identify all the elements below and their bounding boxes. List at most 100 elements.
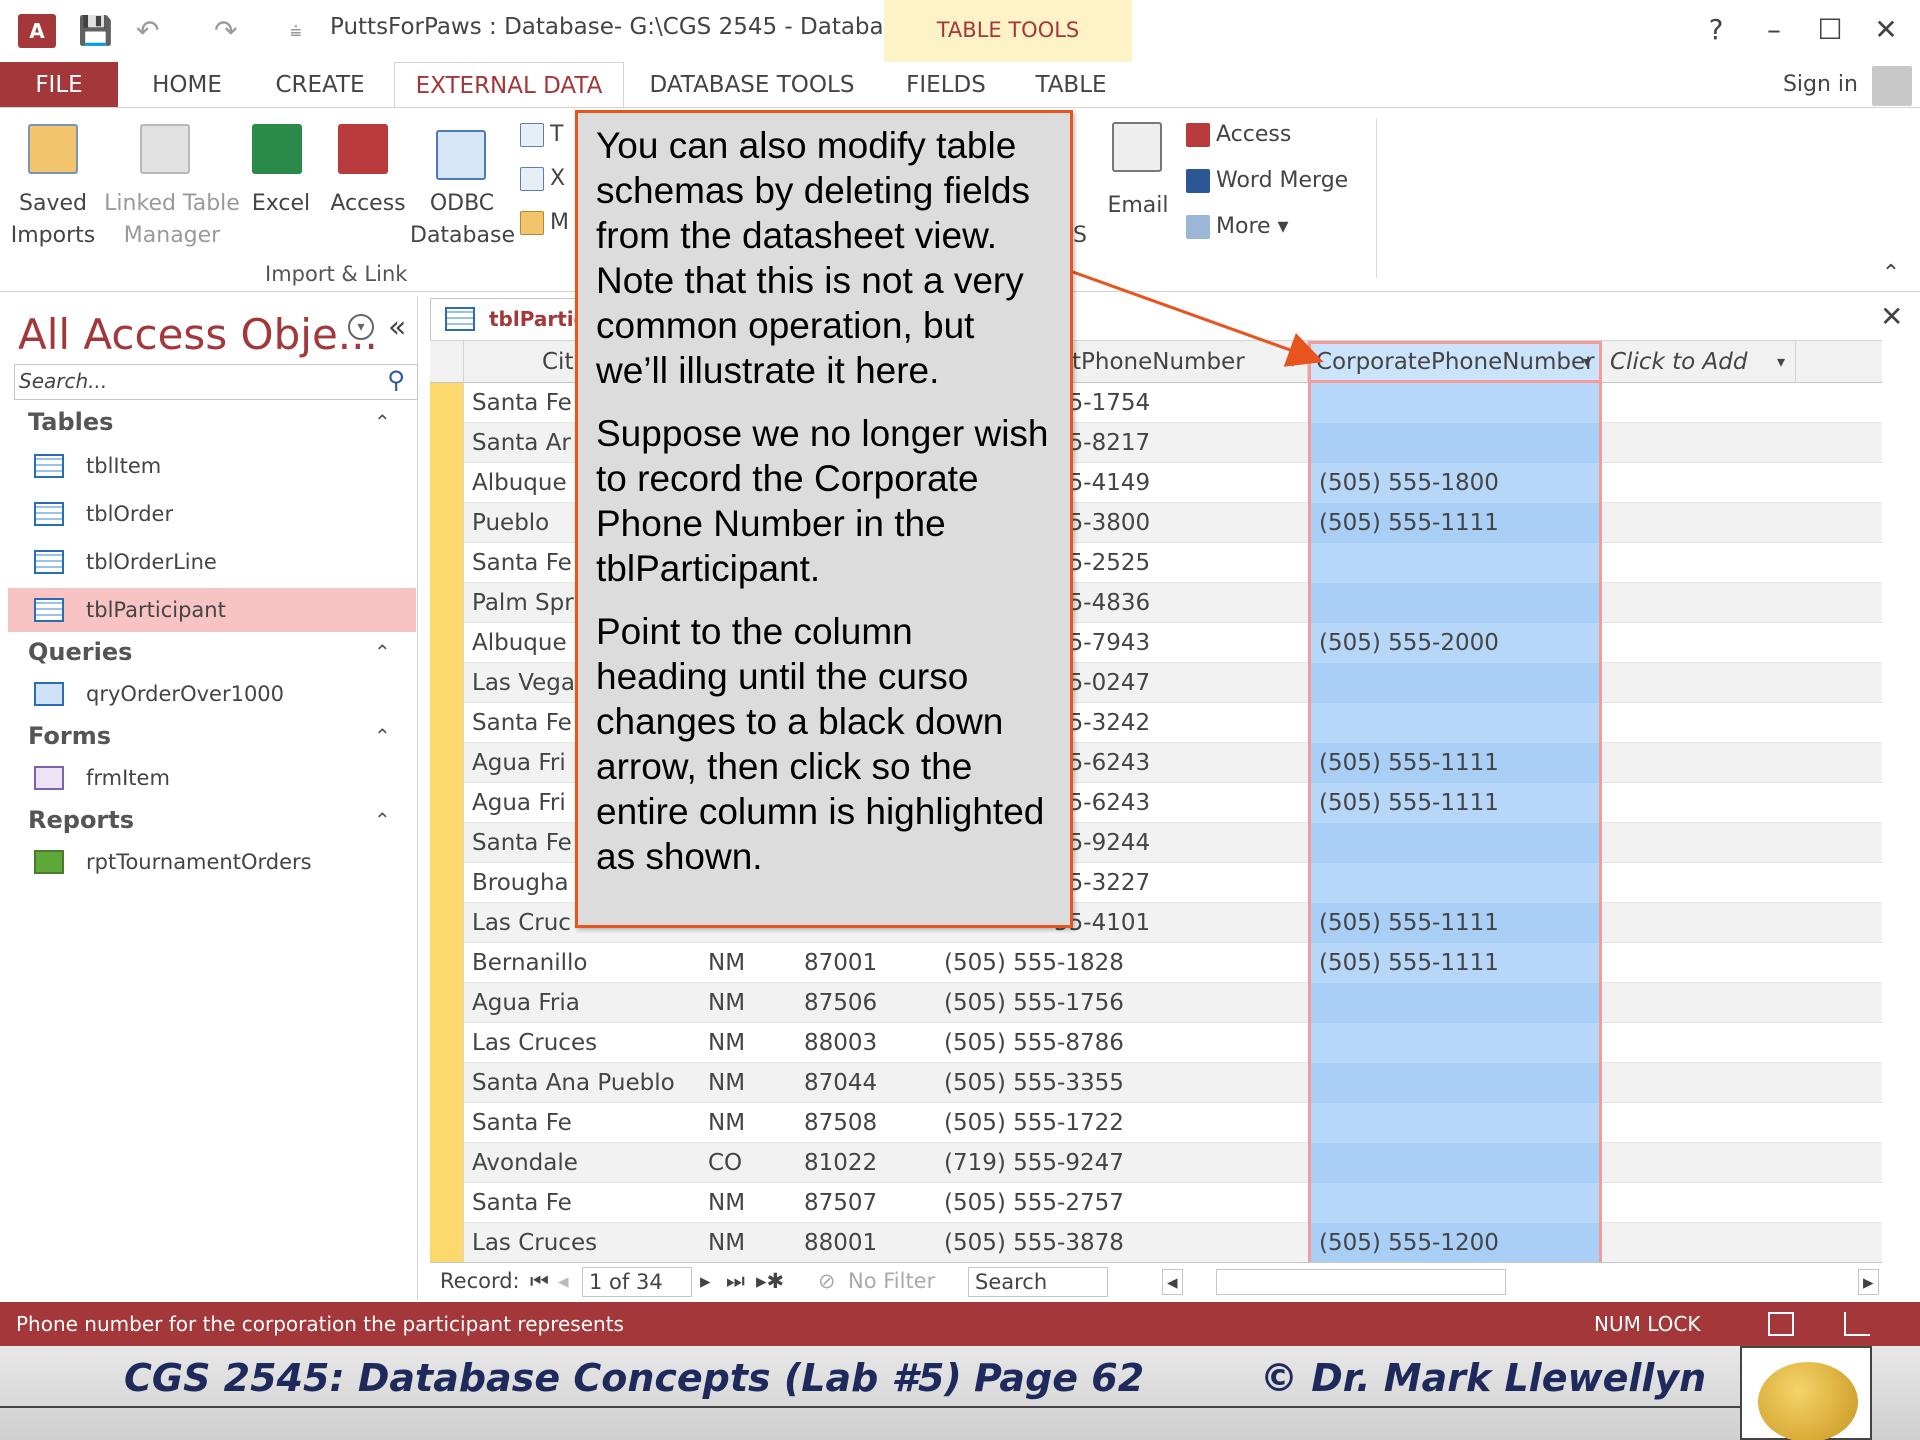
cell-zip[interactable]: 87506 xyxy=(796,983,924,1023)
help-button[interactable]: ? xyxy=(1696,10,1736,50)
table-row[interactable]: Las Cruces NM 88001 (505) 555-3878 (505) 555… xyxy=(430,1223,1882,1262)
nav-section-forms[interactable]: Forms xyxy=(28,722,111,750)
record-selector[interactable] xyxy=(430,823,464,863)
cell-corporate-phone[interactable] xyxy=(1308,703,1602,743)
scroll-right-icon[interactable]: ▸ xyxy=(1858,1269,1879,1295)
cell-click-to-add[interactable] xyxy=(1602,1183,1796,1223)
cell-state[interactable]: NM xyxy=(700,1063,796,1103)
cell-corporate-phone[interactable]: (505) 555-1800 xyxy=(1308,463,1602,503)
tab-file[interactable]: FILE xyxy=(0,62,118,108)
record-selector[interactable] xyxy=(430,543,464,583)
close-document-icon[interactable]: ✕ xyxy=(1880,300,1903,333)
nav-section-reports[interactable]: Reports xyxy=(28,806,134,834)
record-selector[interactable] xyxy=(430,383,464,423)
record-selector[interactable] xyxy=(430,503,464,543)
cell-contact-phone[interactable]: (505) 555-3878 xyxy=(924,1223,1308,1262)
nav-item-qryorderover1000[interactable]: qryOrderOver1000 xyxy=(8,672,416,716)
tab-database-tools[interactable]: DATABASE TOOLS xyxy=(642,62,862,108)
cell-zip[interactable]: 88003 xyxy=(796,1023,924,1063)
record-selector[interactable] xyxy=(430,863,464,903)
record-selector[interactable] xyxy=(430,663,464,703)
cell-state[interactable]: CO xyxy=(700,1143,796,1183)
table-row[interactable]: Santa Fe NM 87508 (505) 555-1722 xyxy=(430,1103,1882,1143)
nav-collapse-icon[interactable]: « xyxy=(388,310,406,345)
cell-corporate-phone[interactable] xyxy=(1308,1183,1602,1223)
cell-city[interactable]: Santa Fe xyxy=(464,1183,700,1223)
cell-corporate-phone[interactable]: (505) 555-1111 xyxy=(1308,943,1602,983)
table-row[interactable]: Las Cruces NM 88003 (505) 555-8786 xyxy=(430,1023,1882,1063)
cell-corporate-phone[interactable] xyxy=(1308,1063,1602,1103)
cell-contact-phone[interactable]: (505) 555-1756 xyxy=(924,983,1308,1023)
horizontal-scrollbar[interactable] xyxy=(1216,1269,1506,1295)
cell-click-to-add[interactable] xyxy=(1602,423,1796,463)
search-icon[interactable]: ⚲ xyxy=(380,366,412,398)
cell-click-to-add[interactable] xyxy=(1602,903,1796,943)
cell-state[interactable]: NM xyxy=(700,983,796,1023)
cell-corporate-phone[interactable]: (505) 555-1111 xyxy=(1308,743,1602,783)
no-filter-indicator[interactable]: No Filter xyxy=(848,1269,935,1293)
cell-contact-phone[interactable]: (505) 555-1828 xyxy=(924,943,1308,983)
tab-fields[interactable]: FIELDS xyxy=(894,62,998,108)
cell-city[interactable]: Las Cruces xyxy=(464,1023,700,1063)
dropdown-arrow-icon[interactable]: ▾ xyxy=(1583,341,1591,383)
record-search-input[interactable]: Search xyxy=(968,1267,1108,1297)
record-selector[interactable] xyxy=(430,1183,464,1223)
current-record-field[interactable]: 1 of 34 xyxy=(582,1267,692,1297)
cell-click-to-add[interactable] xyxy=(1602,1023,1796,1063)
dropdown-arrow-icon[interactable]: ▾ xyxy=(1289,341,1297,383)
xml-import-button[interactable]: X xyxy=(520,166,565,191)
datasheet-view-icon[interactable] xyxy=(1768,1312,1794,1336)
cell-corporate-phone[interactable] xyxy=(1308,1023,1602,1063)
dropdown-arrow-icon[interactable]: ▾ xyxy=(1777,341,1785,383)
linked-table-manager-button[interactable]: Linked Table Manager xyxy=(102,188,242,252)
record-selector[interactable] xyxy=(430,983,464,1023)
saved-imports-button[interactable]: Saved Imports xyxy=(10,188,96,252)
cell-zip[interactable]: 87001 xyxy=(796,943,924,983)
cell-corporate-phone[interactable]: (505) 555-1111 xyxy=(1308,903,1602,943)
cell-city[interactable]: Avondale xyxy=(464,1143,700,1183)
cell-city[interactable]: Santa Ana Pueblo xyxy=(464,1063,700,1103)
cell-corporate-phone[interactable] xyxy=(1308,863,1602,903)
cell-zip[interactable]: 87044 xyxy=(796,1063,924,1103)
cell-corporate-phone[interactable] xyxy=(1308,823,1602,863)
tab-external-data[interactable]: EXTERNAL DATA xyxy=(394,62,624,109)
cell-corporate-phone[interactable] xyxy=(1308,1103,1602,1143)
more-import-button[interactable]: M xyxy=(520,210,569,235)
cell-contact-phone[interactable]: (505) 555-3355 xyxy=(924,1063,1308,1103)
scroll-left-icon[interactable]: ◂ xyxy=(1162,1269,1183,1295)
record-selector[interactable] xyxy=(430,703,464,743)
save-icon[interactable]: 💾 xyxy=(78,12,113,50)
cell-corporate-phone[interactable] xyxy=(1308,1143,1602,1183)
record-selector[interactable] xyxy=(430,423,464,463)
cell-city[interactable]: Las Cruces xyxy=(464,1223,700,1262)
cell-click-to-add[interactable] xyxy=(1602,463,1796,503)
cell-contact-phone[interactable]: (505) 555-2757 xyxy=(924,1183,1308,1223)
nav-item-tblorderline[interactable]: tblOrderLine xyxy=(8,540,416,584)
cell-click-to-add[interactable] xyxy=(1602,583,1796,623)
access-app-icon[interactable]: A xyxy=(18,14,56,48)
collapse-ribbon-icon[interactable]: ⌃ xyxy=(1876,258,1906,290)
cell-contact-phone[interactable]: (505) 555-1722 xyxy=(924,1103,1308,1143)
cell-click-to-add[interactable] xyxy=(1602,383,1796,423)
cell-click-to-add[interactable] xyxy=(1602,1103,1796,1143)
access-import-button[interactable]: Access xyxy=(326,188,410,220)
cell-corporate-phone[interactable]: (505) 555-1111 xyxy=(1308,783,1602,823)
customize-toolbar-icon[interactable]: ⩧ xyxy=(290,12,302,50)
text-file-import-button[interactable]: T xyxy=(520,122,563,147)
cell-corporate-phone[interactable] xyxy=(1308,383,1602,423)
table-row[interactable]: Avondale CO 81022 (719) 555-9247 xyxy=(430,1143,1882,1183)
record-selector[interactable] xyxy=(430,743,464,783)
cell-click-to-add[interactable] xyxy=(1602,1143,1796,1183)
undo-icon[interactable]: ↶ xyxy=(136,12,159,50)
nav-menu-dropdown-icon[interactable]: ▾ xyxy=(348,314,374,340)
cell-contact-phone[interactable]: (719) 555-9247 xyxy=(924,1143,1308,1183)
filter-icon[interactable]: ⊘ xyxy=(818,1269,836,1293)
column-header-contact-phone[interactable]: tPhoneNumber ▾ xyxy=(1052,341,1308,383)
cell-corporate-phone[interactable]: (505) 555-2000 xyxy=(1308,623,1602,663)
cell-click-to-add[interactable] xyxy=(1602,943,1796,983)
close-button[interactable]: ✕ xyxy=(1866,10,1906,50)
table-row[interactable]: Agua Fria NM 87506 (505) 555-1756 xyxy=(430,983,1882,1023)
cell-click-to-add[interactable] xyxy=(1602,543,1796,583)
record-selector[interactable] xyxy=(430,1143,464,1183)
column-header-corporate-phone[interactable]: CorporatePhoneNumber ▾ xyxy=(1308,341,1602,383)
